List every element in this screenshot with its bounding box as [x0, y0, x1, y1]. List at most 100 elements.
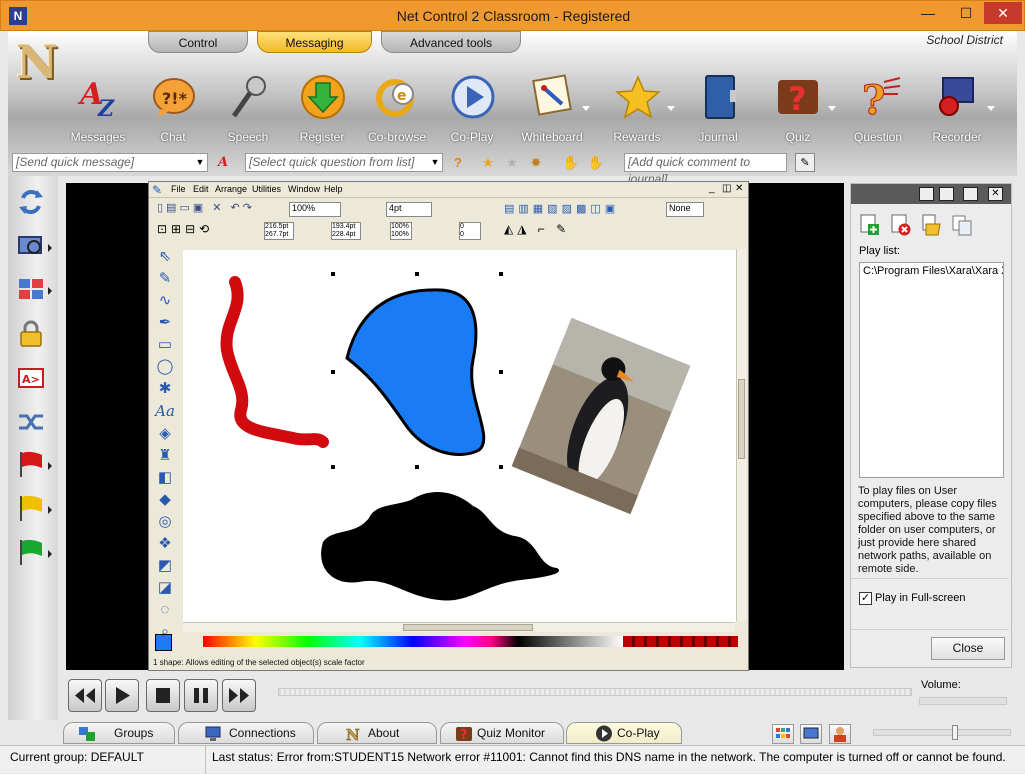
quick-question-select[interactable]: [Select quick question from list]: [245, 153, 443, 172]
co-play-tool[interactable]: Co-Play: [432, 72, 512, 152]
menu-help[interactable]: Help: [324, 184, 343, 194]
menu-utilities[interactable]: Utilities: [252, 184, 281, 194]
x-field[interactable]: 216.5pt: [265, 223, 293, 231]
register-tool[interactable]: Register: [282, 72, 362, 152]
refresh-icon[interactable]: [17, 188, 45, 216]
reward-star-burst-button[interactable]: ✸: [526, 153, 546, 172]
chat-tool[interactable]: ?!* Chat: [133, 72, 213, 152]
chevron-down-icon[interactable]: ▼: [193, 153, 207, 172]
playlist-item[interactable]: C:\Program Files\Xara\Xara X: [863, 265, 1003, 277]
rewards-tool[interactable]: Rewards: [597, 72, 677, 152]
minimize-button[interactable]: —: [908, 2, 948, 24]
rewind-button[interactable]: [68, 679, 102, 712]
xara-horizontal-scrollbar[interactable]: [183, 622, 735, 632]
title-bar[interactable]: N Net Control 2 Classroom - Registered —…: [0, 0, 1025, 31]
tab-co-play[interactable]: Co-Play: [566, 722, 682, 744]
current-color-swatch[interactable]: [155, 634, 172, 651]
thumbnail-size-slider[interactable]: [873, 725, 1011, 740]
skew-field[interactable]: 0: [460, 231, 480, 239]
volume-slider[interactable]: [919, 697, 1007, 705]
thumbnails-icon[interactable]: [17, 275, 45, 303]
menu-edit[interactable]: Edit: [193, 184, 209, 194]
xara-zoom-field[interactable]: 100%: [289, 202, 341, 217]
w-field[interactable]: 193.4pt: [332, 223, 360, 231]
chevron-right-icon[interactable]: [48, 244, 52, 252]
drawing-shapes[interactable]: [183, 250, 736, 622]
panel-close-button[interactable]: ✕: [988, 187, 1003, 201]
menu-window[interactable]: Window: [288, 184, 320, 194]
close-button[interactable]: Close: [931, 637, 1005, 660]
xara-vertical-scrollbar[interactable]: [736, 249, 746, 621]
remove-file-icon[interactable]: [889, 214, 911, 236]
lower-hand-button[interactable]: ✋: [586, 153, 606, 172]
xara-minimize-button[interactable]: _: [709, 183, 715, 194]
blue-blob-shape[interactable]: [345, 288, 486, 456]
journal-tool[interactable]: Journal: [678, 72, 758, 152]
reward-star-gray-button[interactable]: ★: [502, 153, 522, 172]
lock-icon[interactable]: [17, 320, 45, 348]
menu-arrange[interactable]: Arrange: [215, 184, 247, 194]
play-button[interactable]: [105, 679, 139, 712]
seek-slider[interactable]: [278, 688, 912, 696]
chevron-right-icon[interactable]: [48, 550, 52, 558]
recorder-tool[interactable]: Recorder: [917, 72, 997, 152]
journal-comment-input[interactable]: [Add quick comment to journal]: [624, 153, 787, 186]
rotation-field[interactable]: 0: [460, 223, 480, 231]
raise-hand-button[interactable]: ✋: [561, 153, 581, 172]
tab-connections[interactable]: Connections: [178, 722, 314, 744]
fast-forward-button[interactable]: [222, 679, 256, 712]
pause-button[interactable]: [184, 679, 218, 712]
user-view-button[interactable]: [829, 724, 851, 744]
penguin-photo[interactable]: [511, 317, 691, 515]
scale-x-field[interactable]: 100%: [391, 223, 411, 231]
y-field[interactable]: 267.7pt: [265, 231, 293, 239]
shuffle-icon[interactable]: [17, 408, 45, 436]
maximize-button[interactable]: ☐: [949, 2, 983, 24]
view-screen-icon[interactable]: [17, 233, 45, 261]
scale-y-field[interactable]: 100%: [391, 231, 411, 239]
add-file-icon[interactable]: [858, 214, 880, 236]
playlist-box[interactable]: C:\Program Files\Xara\Xara X: [859, 262, 1004, 478]
tab-quiz-monitor[interactable]: ? Quiz Monitor: [440, 722, 564, 744]
quick-message-input[interactable]: [Send quick message]: [12, 153, 208, 172]
xara-scale-fields[interactable]: 100% 100%: [390, 222, 412, 240]
tab-advanced-tools[interactable]: Advanced tools: [381, 31, 521, 53]
stop-button[interactable]: [146, 679, 180, 712]
co-browse-tool[interactable]: e Co-browse: [357, 72, 437, 152]
xara-selector-toolbar[interactable]: ⊡⊞⊟⟲: [157, 222, 237, 240]
xara-close-button[interactable]: ✕: [735, 183, 743, 194]
panel-restore-button[interactable]: [939, 187, 954, 201]
grid-view-button[interactable]: [772, 724, 794, 744]
xara-arrow-field[interactable]: None: [666, 202, 704, 217]
xara-rotation-field[interactable]: 00: [459, 222, 481, 240]
xara-file-toolbar[interactable]: ▯▤▭▣ ✕ ↶↷: [157, 201, 287, 217]
run-program-icon[interactable]: A>: [17, 364, 45, 392]
menu-file[interactable]: File: [171, 184, 186, 194]
xara-line-width-field[interactable]: 4pt: [386, 202, 432, 217]
tab-control[interactable]: Control: [148, 31, 248, 53]
fullscreen-checkbox[interactable]: ✓: [859, 592, 872, 605]
chevron-right-icon[interactable]: [48, 506, 52, 514]
xara-position-fields[interactable]: 216.5pt 267.7pt: [264, 222, 294, 240]
red-squiggle-shape[interactable]: [220, 276, 329, 448]
panel-minimize-button[interactable]: [919, 187, 934, 201]
open-folder-icon[interactable]: [920, 214, 942, 236]
xara-flip-toolbar[interactable]: ◭◮ ⌐ ✎: [504, 222, 594, 236]
reward-star-button[interactable]: ★: [478, 153, 498, 172]
messages-tool[interactable]: AZ Messages: [58, 72, 138, 152]
chevron-down-icon[interactable]: [987, 106, 995, 111]
tab-about[interactable]: N About: [317, 722, 437, 744]
close-window-button[interactable]: ✕: [984, 2, 1022, 24]
color-palette[interactable]: [203, 636, 623, 647]
speech-tool[interactable]: Speech: [208, 72, 288, 152]
chevron-down-icon[interactable]: ▼: [428, 153, 442, 172]
red-flag-icon[interactable]: [17, 450, 45, 478]
tab-groups[interactable]: Groups: [63, 722, 175, 744]
green-flag-icon[interactable]: [17, 538, 45, 566]
h-field[interactable]: 228.4pt: [332, 231, 360, 239]
ask-question-button[interactable]: ?: [448, 153, 468, 172]
chevron-right-icon[interactable]: [48, 287, 52, 295]
black-blob-shape[interactable]: [321, 492, 560, 601]
scrollbar-thumb[interactable]: [738, 379, 745, 459]
xara-size-fields[interactable]: 193.4pt 228.4pt: [331, 222, 361, 240]
